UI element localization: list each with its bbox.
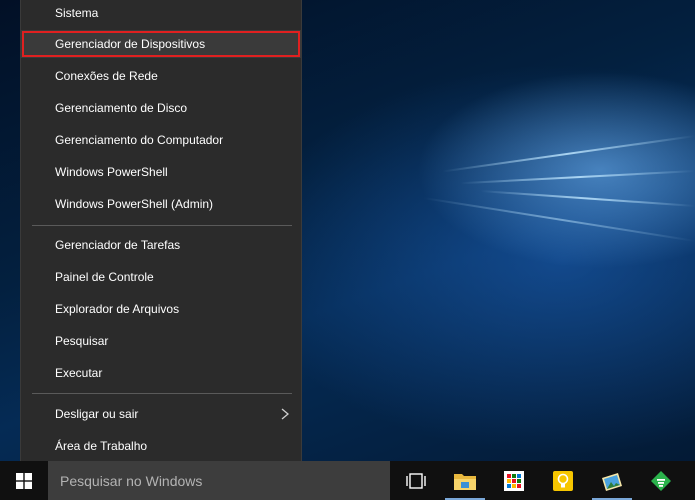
menu-item-painel-de-controle[interactable]: Painel de Controle <box>21 263 301 291</box>
menu-separator <box>32 225 292 226</box>
menu-item-label: Windows PowerShell (Admin) <box>55 197 214 211</box>
menu-item-gerenciador-de-tarefas[interactable]: Gerenciador de Tarefas <box>21 231 301 259</box>
file-explorer-icon <box>454 473 476 490</box>
menu-item-label: Área de Trabalho <box>55 439 148 453</box>
feedly-icon <box>651 470 671 491</box>
menu-item-windows-powershell-admin[interactable]: Windows PowerShell (Admin) <box>21 190 301 218</box>
menu-item-gerenciador-de-dispositivos[interactable]: Gerenciador de Dispositivos <box>21 30 301 58</box>
file-explorer-button[interactable] <box>441 461 489 500</box>
search-placeholder: Pesquisar no Windows <box>60 472 203 489</box>
menu-item-label: Explorador de Arquivos <box>55 302 180 316</box>
chevron-right-icon <box>281 408 289 420</box>
store-icon <box>504 470 524 491</box>
menu-item-conexoes-de-rede[interactable]: Conexões de Rede <box>21 62 301 90</box>
menu-item-gerenciamento-de-disco[interactable]: Gerenciamento de Disco <box>21 94 301 122</box>
menu-item-label: Conexões de Rede <box>55 69 158 83</box>
menu-item-label: Gerenciamento de Disco <box>55 101 188 115</box>
menu-item-label: Windows PowerShell <box>55 165 168 179</box>
menu-item-label: Gerenciamento do Computador <box>55 133 224 147</box>
menu-item-area-de-trabalho[interactable]: Área de Trabalho <box>21 432 301 460</box>
photos-icon <box>602 472 622 491</box>
quick-link-menu: Sistema Gerenciador de Dispositivos Cone… <box>20 0 302 471</box>
photos-button[interactable] <box>588 461 636 500</box>
menu-item-label: Desligar ou sair <box>55 407 139 421</box>
menu-item-desligar-ou-sair[interactable]: Desligar ou sair <box>21 400 301 428</box>
menu-item-label: Sistema <box>55 6 99 20</box>
store-button[interactable] <box>490 461 538 500</box>
feedly-button[interactable] <box>637 461 685 500</box>
menu-item-label: Pesquisar <box>55 334 109 348</box>
menu-item-explorador-de-arquivos[interactable]: Explorador de Arquivos <box>21 295 301 323</box>
taskbar: Pesquisar no Windows <box>0 461 695 500</box>
menu-item-pesquisar[interactable]: Pesquisar <box>21 327 301 355</box>
task-view-icon <box>406 472 426 489</box>
menu-item-label: Painel de Controle <box>55 270 154 284</box>
menu-item-windows-powershell[interactable]: Windows PowerShell <box>21 158 301 186</box>
menu-item-executar[interactable]: Executar <box>21 359 301 387</box>
windows-logo-icon <box>16 472 32 489</box>
tips-icon <box>553 470 573 491</box>
menu-item-gerenciamento-do-computador[interactable]: Gerenciamento do Computador <box>21 126 301 154</box>
tips-button[interactable] <box>539 461 587 500</box>
taskbar-search-box[interactable]: Pesquisar no Windows <box>48 461 390 500</box>
menu-item-label: Executar <box>55 366 103 380</box>
menu-item-sistema[interactable]: Sistema <box>21 0 301 27</box>
task-view-button[interactable] <box>392 461 440 500</box>
menu-item-label: Gerenciador de Tarefas <box>55 238 181 252</box>
menu-item-label: Gerenciador de Dispositivos <box>55 37 206 51</box>
start-button[interactable] <box>0 461 48 500</box>
menu-separator <box>32 393 292 394</box>
